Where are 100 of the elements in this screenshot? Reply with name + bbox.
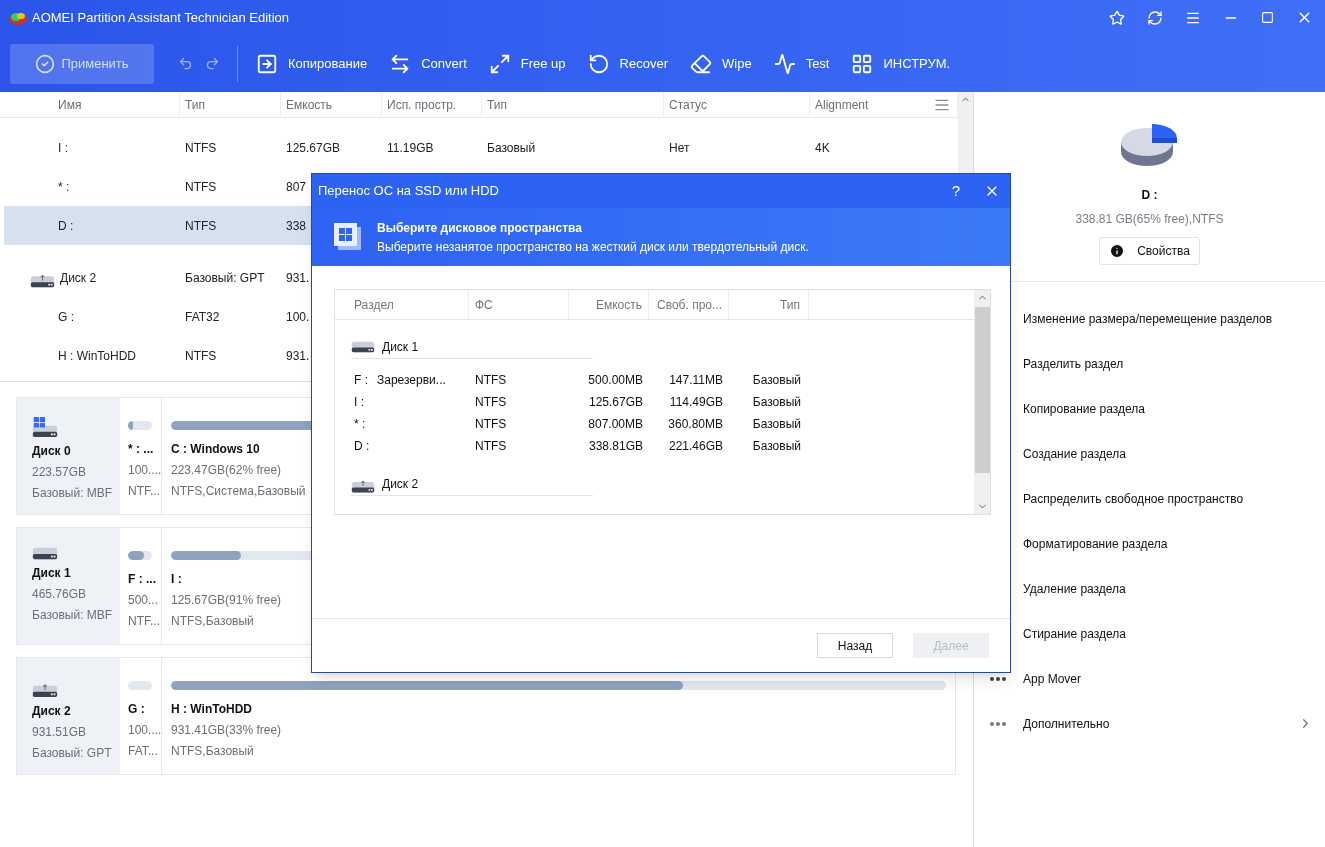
table-cell-text: G :	[58, 308, 74, 326]
pulse-line-icon	[773, 52, 796, 75]
properties-button[interactable]: Свойства	[1099, 237, 1200, 265]
disk-type: Базовый: GPT	[32, 744, 113, 762]
rotate-arrow-icon	[587, 52, 610, 75]
disk-size: 465.76GB	[32, 586, 88, 603]
table-cell-text: 125.67GB	[587, 394, 644, 411]
partition-letter: D :	[354, 438, 370, 455]
scrollbar[interactable]	[974, 290, 990, 514]
toolbar-button[interactable]: Wipe	[690, 52, 752, 75]
action-item[interactable]: Разделить раздел	[974, 341, 1325, 386]
maximize-icon[interactable]	[1261, 11, 1274, 24]
disk-card[interactable]: Диск 2 931.51GB Базовый: GPT G : 100.... FAT... H : WinToHDD 931.41GB(33% free) NTFS,Базовый	[16, 657, 956, 775]
column-header: Емкость	[286, 96, 333, 114]
partition-size: 931.41GB(33% free)	[171, 722, 282, 739]
arrow-into-box-icon	[256, 52, 278, 75]
table-cell-text: 931.	[286, 347, 310, 365]
windows-window-icon	[334, 223, 362, 251]
star-icon[interactable]	[1109, 9, 1125, 26]
table-cell-text: NTFS	[185, 139, 217, 157]
column-header: Своб. про...	[657, 296, 722, 314]
list-row[interactable]: I : NTFS 125.67GB 114.49GB Базовый	[335, 391, 974, 413]
action-item[interactable]: Форматирование раздела	[974, 521, 1325, 566]
undo-icon[interactable]	[178, 56, 193, 71]
hard-drive-icon	[351, 340, 375, 353]
table-cell-text: Диск 2	[60, 269, 97, 287]
disk-type: Базовый: MBF	[32, 607, 114, 624]
redo-icon[interactable]	[205, 56, 220, 71]
partition-info: NTFS,Базовый	[171, 613, 254, 630]
table-cell-text: 807.00MB	[587, 416, 644, 433]
table-cell-text: H : WinToHDD	[58, 347, 136, 365]
toolbar-button[interactable]: ИНСТРУМ.	[851, 52, 951, 75]
check-icon	[35, 53, 56, 74]
partition-label: Зарезерви...	[377, 372, 446, 389]
list-row[interactable]: F : Зарезерви... NTFS 500.00MB 147.11MB Базовый	[335, 369, 974, 391]
partition-info: FAT...	[128, 743, 158, 760]
column-header: Имя	[58, 96, 82, 114]
partition-name: F : ...	[128, 571, 156, 588]
column-header: Alignment	[815, 96, 869, 114]
table-cell-text: NTFS	[474, 394, 508, 411]
partition-label: D :	[1141, 187, 1158, 204]
toolbar-button[interactable]: Recover	[587, 52, 668, 75]
table-row[interactable]: I : NTFS 125.67GB 11.19GB Базовый Нет 4K	[4, 128, 958, 167]
disk-name: Диск 0	[32, 442, 72, 460]
table-cell-text: 338	[286, 217, 307, 235]
partition-size: 500...	[128, 592, 159, 609]
partition-info: NTF...	[128, 613, 160, 630]
table-cell-text: D :	[58, 217, 74, 235]
refresh-icon[interactable]	[1147, 9, 1163, 26]
expand-arrows-icon	[488, 52, 511, 75]
table-cell-text: Базовый	[487, 139, 536, 157]
info-icon	[1109, 243, 1126, 259]
table-cell-text: FAT32	[185, 308, 220, 326]
partition-name: I :	[171, 571, 182, 588]
table-cell-text: 100.	[286, 308, 310, 326]
column-header: Тип	[780, 296, 800, 314]
disk-name: Диск 1	[382, 338, 419, 356]
action-item[interactable]: Удаление раздела	[974, 566, 1325, 611]
grid-icon	[851, 52, 874, 75]
action-item[interactable]: Изменение размера/перемещение разделов	[974, 296, 1325, 341]
table-cell-text: * :	[58, 178, 70, 196]
action-item[interactable]: Распределить свободное пространство	[974, 476, 1325, 521]
more-icon	[990, 721, 1006, 726]
table-cell-text: 221.46GB	[667, 438, 724, 455]
toolbar-button[interactable]: Test	[773, 52, 830, 75]
dialog-heading: Выберите дисковое пространства	[377, 219, 583, 237]
window-title: AOMEI Partition Assistant Technician Edition	[32, 8, 289, 27]
partition-info: NTF...	[128, 483, 160, 500]
table-cell-text: I :	[58, 139, 68, 157]
dialog-button[interactable]: Назад	[817, 633, 893, 658]
toolbar-button[interactable]: Convert	[389, 52, 467, 75]
table-cell-text: 114.49GB	[668, 394, 724, 411]
table-cell-text: 360.80MB	[667, 416, 724, 433]
column-header: Тип	[487, 96, 507, 114]
table-cell-text: Базовый: GPT	[185, 269, 265, 287]
partition-info: NTFS,Базовый	[171, 743, 254, 760]
action-item[interactable]: Копирование раздела	[974, 386, 1325, 431]
more-icon	[990, 676, 1006, 681]
table-cell-text: 807	[286, 178, 307, 196]
list-row[interactable]: * : NTFS 807.00MB 360.80MB Базовый	[335, 413, 974, 435]
scroll-thumb[interactable]	[974, 307, 990, 473]
table-cell-text: 4K	[815, 139, 830, 157]
disk-name: Диск 2	[382, 475, 419, 493]
action-item[interactable]: Дополнительно	[974, 701, 1325, 746]
table-cell-text: 931.	[286, 269, 310, 287]
table-cell-text: 338.81GB	[587, 438, 644, 455]
table-cell-text: 147.11MB	[668, 372, 724, 389]
action-item[interactable]: App Mover	[974, 656, 1325, 701]
table-cell-text: 11.19GB	[387, 139, 434, 157]
toolbar-button[interactable]: Free up	[488, 52, 566, 75]
toolbar-button[interactable]: Копирование	[256, 52, 368, 75]
action-item[interactable]: Создание раздела	[974, 431, 1325, 476]
usage-bar	[128, 681, 152, 690]
table-row[interactable]: Диск 2 Базовый: GPT 931.	[4, 258, 958, 297]
list-row[interactable]: D : NTFS 338.81GB 221.46GB Базовый	[335, 435, 974, 457]
table-cell-text: NTFS	[474, 416, 508, 433]
help-button[interactable]: ?	[951, 179, 960, 203]
column-header: Исп. простр.	[387, 96, 457, 114]
column-settings-icon[interactable]	[934, 97, 950, 113]
table-cell-text: NTFS	[185, 217, 217, 235]
